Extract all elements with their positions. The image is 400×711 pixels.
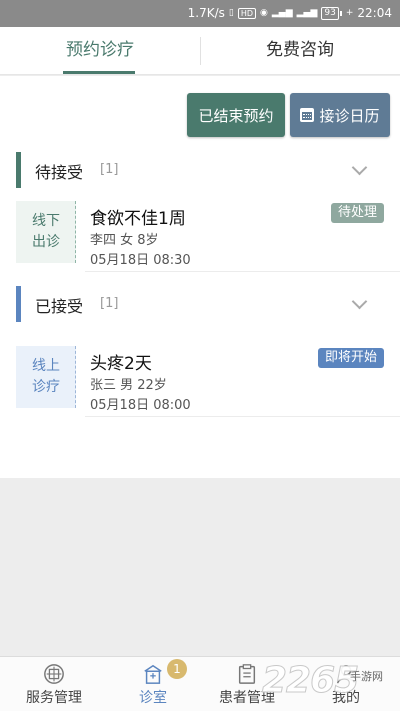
patient-list-icon [238, 664, 256, 684]
battery-level: 93 [321, 6, 339, 20]
appointment-time: 05月18日 08:00 [90, 398, 191, 413]
clock: 22:04 [357, 6, 392, 20]
status-bar: 1.7K/s ▯ HD ◉ ▂▄▆ ▂▄▆ 93 + 22:04 [0, 0, 400, 27]
hd-icon: HD [237, 7, 257, 19]
mode-line-2: 诊疗 [32, 379, 60, 395]
eye-icon: ◉ [260, 7, 268, 18]
appointment-card[interactable]: 线上 诊疗 头疼2天 张三 男 22岁 05月18日 08:00 即将开始 [0, 346, 400, 417]
consult-calendar-button[interactable]: 接诊日历 [290, 93, 390, 137]
patient-info: 张三 男 22岁 [90, 378, 167, 393]
net-speed: 1.7K/s [187, 6, 225, 20]
complaint-title: 头疼2天 [90, 354, 152, 374]
signal-3g-icon: ▂▄▆ [296, 7, 318, 18]
watermark-number: 2265 [261, 660, 359, 702]
nav-service-management[interactable]: 服务管理 [22, 657, 86, 711]
watermark-logo: 2265 手游网 [261, 660, 400, 710]
active-tab-indicator [63, 71, 135, 74]
watermark-text: 手游网 [350, 670, 383, 683]
top-tabs: 预约诊疗 免费咨询 [0, 27, 400, 75]
mode-line-1: 线上 [32, 358, 60, 374]
section-title: 待接受 [35, 163, 84, 182]
status-badge: 即将开始 [317, 348, 384, 368]
signal-4g-icon: ▂▄▆ [271, 7, 293, 18]
ended-appointments-button[interactable]: 已结束预约 [187, 93, 285, 137]
section-title: 已接受 [35, 297, 84, 316]
vibrate-icon: ▯ [228, 7, 234, 18]
card-separator [85, 271, 400, 272]
section-count: [1] [100, 162, 119, 177]
clinic-icon [144, 664, 162, 684]
charging-icon: + [345, 7, 354, 18]
clinic-count-badge: 1 [167, 659, 187, 679]
chevron-down-icon[interactable] [351, 293, 368, 310]
consult-calendar-label: 接诊日历 [319, 106, 380, 125]
card-separator [85, 416, 400, 417]
section-accent-bar [16, 152, 21, 188]
nav-label: 服务管理 [26, 690, 82, 706]
card-divider [75, 346, 76, 408]
section-count: [1] [100, 296, 119, 311]
appointments-panel: 已结束预约 接诊日历 待接受 [1] 线下 出诊 食欲不佳1周 李四 女 8岁 … [0, 76, 400, 478]
tab-free-consult[interactable]: 免费咨询 [200, 27, 400, 75]
service-icon [44, 664, 64, 684]
chevron-down-icon[interactable] [351, 159, 368, 176]
ended-appointments-label: 已结束预约 [198, 106, 274, 125]
mode-line-2: 出诊 [32, 234, 60, 250]
consult-mode-tag: 线上 诊疗 [16, 346, 76, 408]
patient-info: 李四 女 8岁 [90, 233, 159, 248]
mode-line-1: 线下 [32, 213, 60, 229]
status-badge: 待处理 [330, 203, 384, 223]
calendar-icon [300, 108, 315, 122]
tab-appointments[interactable]: 预约诊疗 [0, 27, 200, 75]
card-divider [75, 201, 76, 263]
section-accent-bar [16, 286, 21, 322]
appointment-card[interactable]: 线下 出诊 食欲不佳1周 李四 女 8岁 05月18日 08:30 待处理 [0, 201, 400, 272]
battery-icon: 93 [321, 6, 342, 20]
complaint-title: 食欲不佳1周 [90, 209, 186, 229]
consult-mode-tag: 线下 出诊 [16, 201, 76, 263]
appointment-time: 05月18日 08:30 [90, 253, 191, 268]
section-accepted-header[interactable]: 已接受 [1] [0, 286, 400, 322]
nav-label: 诊室 [139, 690, 167, 706]
section-pending-header[interactable]: 待接受 [1] [0, 152, 400, 188]
